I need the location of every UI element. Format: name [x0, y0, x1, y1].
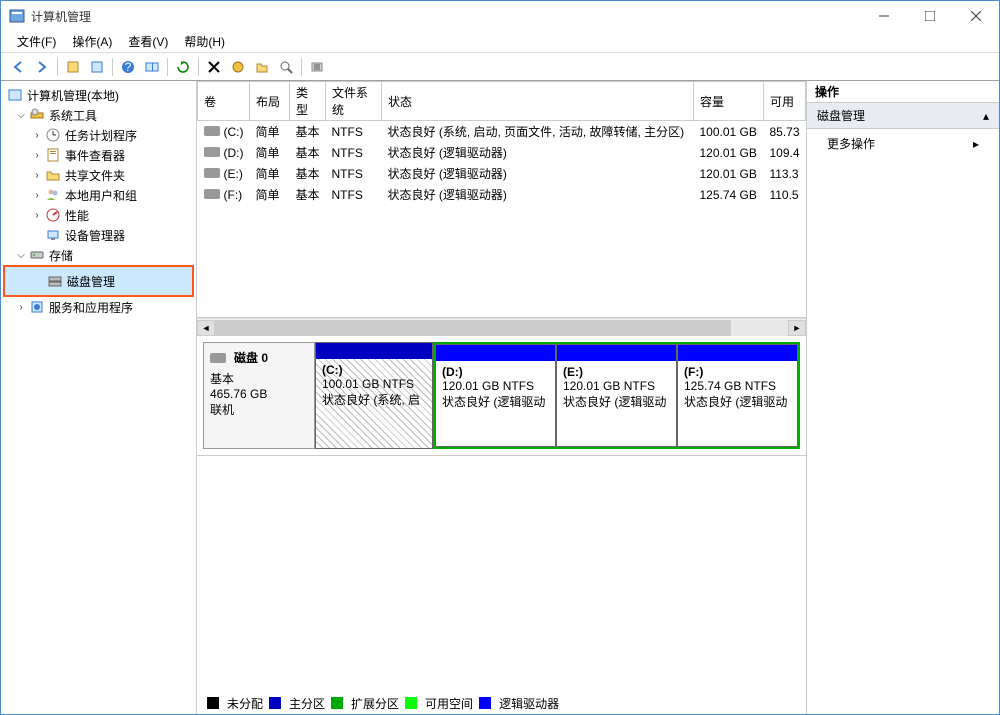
up-button[interactable] [62, 56, 84, 78]
tree-services[interactable]: › 服务和应用程序 [3, 297, 194, 317]
settings-button[interactable] [227, 56, 249, 78]
chevron-down-icon[interactable]: ⌵ [15, 250, 27, 261]
scroll-left-button[interactable]: ◄ [197, 320, 215, 336]
partition-e[interactable]: (E:) 120.01 GB NTFS 状态良好 (逻辑驱动 [556, 344, 677, 447]
legend: 未分配 主分区 扩展分区 可用空间 逻辑驱动器 [197, 692, 806, 714]
volume-icon [204, 126, 220, 136]
menu-help[interactable]: 帮助(H) [176, 31, 233, 52]
col-fs[interactable]: 文件系统 [326, 82, 382, 121]
window-title: 计算机管理 [31, 8, 861, 25]
col-free[interactable]: 可用 [763, 82, 805, 121]
partition-f[interactable]: (F:) 125.74 GB NTFS 状态良好 (逻辑驱动 [677, 344, 798, 447]
tree-task-scheduler[interactable]: › 任务计划程序 [3, 125, 194, 145]
forward-button[interactable] [31, 56, 53, 78]
minimize-button[interactable] [861, 1, 907, 31]
tree-performance[interactable]: › 性能 [3, 205, 194, 225]
blank-area [197, 456, 806, 692]
toolbar: ? [1, 53, 999, 81]
chevron-right-icon[interactable]: › [31, 150, 43, 161]
col-capacity[interactable]: 容量 [693, 82, 763, 121]
chevron-right-icon[interactable]: › [15, 302, 27, 313]
view-button[interactable] [141, 56, 163, 78]
scroll-track[interactable] [215, 320, 788, 336]
tree-storage[interactable]: ⌵ 存储 [3, 245, 194, 265]
col-layout[interactable]: 布局 [250, 82, 290, 121]
volume-icon [204, 168, 220, 178]
tree-shared-folders[interactable]: › 共享文件夹 [3, 165, 194, 185]
folder-button[interactable] [251, 56, 273, 78]
volume-list[interactable]: 卷 布局 类型 文件系统 状态 容量 可用 (C:)简单基本NTFS状态良好 (… [197, 81, 806, 318]
disk-info[interactable]: 磁盘 0 基本 465.76 GB 联机 [203, 342, 315, 449]
titlebar: 计算机管理 [1, 1, 999, 31]
more-actions[interactable]: 更多操作 ▸ [807, 129, 999, 158]
tree-local-users[interactable]: › 本地用户和组 [3, 185, 194, 205]
col-volume[interactable]: 卷 [198, 82, 250, 121]
col-status[interactable]: 状态 [382, 82, 694, 121]
menubar: 文件(F) 操作(A) 查看(V) 帮助(H) [1, 31, 999, 53]
tree-device-manager[interactable]: 设备管理器 [3, 225, 194, 245]
chevron-right-icon: ▸ [973, 137, 979, 151]
maximize-button[interactable] [907, 1, 953, 31]
partition-d[interactable]: (D:) 120.01 GB NTFS 状态良好 (逻辑驱动 [435, 344, 556, 447]
chevron-right-icon[interactable]: › [31, 130, 43, 141]
actions-section[interactable]: 磁盘管理 ▴ [807, 103, 999, 129]
delete-button[interactable] [203, 56, 225, 78]
chevron-right-icon[interactable]: › [31, 170, 43, 181]
tree-system-tools[interactable]: ⌵ 系统工具 [3, 105, 194, 125]
actions-pane: 操作 磁盘管理 ▴ 更多操作 ▸ [807, 81, 999, 714]
col-type[interactable]: 类型 [290, 82, 326, 121]
volume-icon [204, 189, 220, 199]
volume-icon [204, 147, 220, 157]
scroll-right-button[interactable]: ► [788, 320, 806, 336]
collapse-icon[interactable]: ▴ [983, 109, 989, 123]
back-button[interactable] [7, 56, 29, 78]
horizontal-scrollbar[interactable]: ◄ ► [197, 318, 806, 336]
actions-header: 操作 [807, 81, 999, 103]
props-button[interactable] [86, 56, 108, 78]
menu-view[interactable]: 查看(V) [120, 31, 176, 52]
partition-c[interactable]: (C:) 100.01 GB NTFS 状态良好 (系统, 启 [315, 342, 433, 449]
volume-row[interactable]: (E:)简单基本NTFS状态良好 (逻辑驱动器)120.01 GB113.3 [198, 163, 806, 184]
tree-event-viewer[interactable]: › 事件查看器 [3, 145, 194, 165]
menu-file[interactable]: 文件(F) [9, 31, 64, 52]
refresh-button[interactable] [172, 56, 194, 78]
close-button[interactable] [953, 1, 999, 31]
tree-root[interactable]: 计算机管理(本地) [3, 85, 194, 105]
search-button[interactable] [275, 56, 297, 78]
svg-text:?: ? [125, 60, 132, 74]
chevron-right-icon[interactable]: › [31, 190, 43, 201]
volume-row[interactable]: (F:)简单基本NTFS状态良好 (逻辑驱动器)125.74 GB110.5 [198, 184, 806, 205]
scroll-thumb[interactable] [215, 320, 731, 336]
volume-row[interactable]: (C:)简单基本NTFS状态良好 (系统, 启动, 页面文件, 活动, 故障转储… [198, 121, 806, 143]
disk-icon [210, 353, 226, 363]
nav-tree[interactable]: 计算机管理(本地) ⌵ 系统工具 › 任务计划程序 › 事件查看器 › 共享文件… [1, 81, 197, 714]
tree-disk-management[interactable]: 磁盘管理 [3, 265, 194, 297]
list-button[interactable] [306, 56, 328, 78]
chevron-right-icon[interactable]: › [31, 210, 43, 221]
menu-action[interactable]: 操作(A) [64, 31, 120, 52]
help-button[interactable]: ? [117, 56, 139, 78]
volume-row[interactable]: (D:)简单基本NTFS状态良好 (逻辑驱动器)120.01 GB109.4 [198, 142, 806, 163]
chevron-down-icon[interactable]: ⌵ [15, 110, 27, 121]
disk-map: 磁盘 0 基本 465.76 GB 联机 (C:) 100.01 GB NTFS… [197, 336, 806, 456]
app-icon [9, 8, 25, 24]
